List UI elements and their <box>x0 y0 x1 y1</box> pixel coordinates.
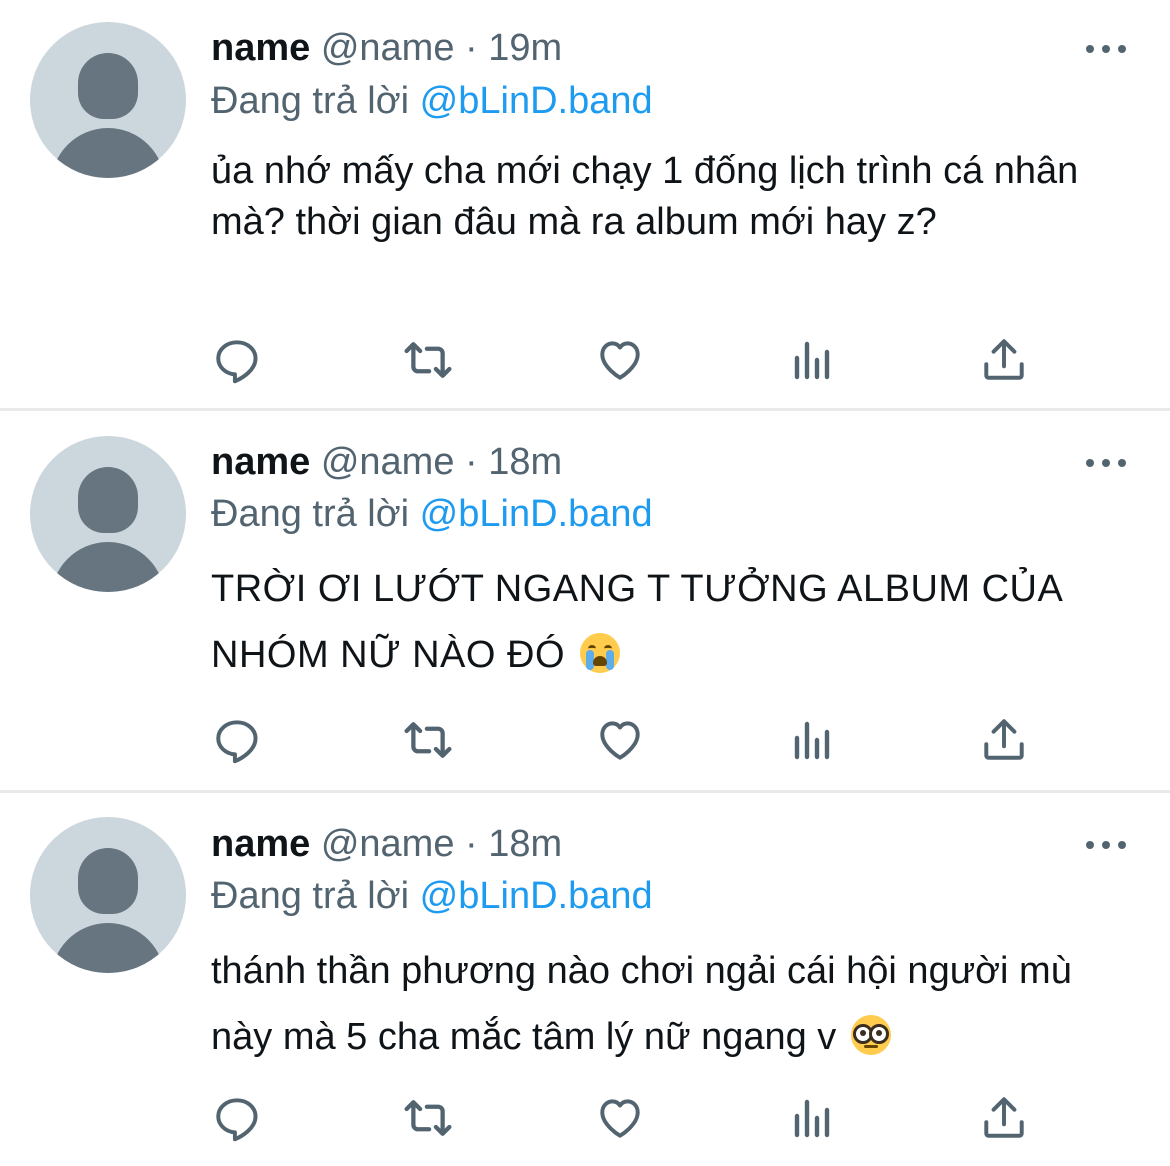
more-options-icon[interactable] <box>1086 457 1126 469</box>
tweet-header: name @name · 18m <box>211 438 562 486</box>
more-options-icon[interactable] <box>1086 43 1126 55</box>
reply-button[interactable] <box>207 710 267 770</box>
share-icon <box>984 719 1024 760</box>
retweet-button[interactable] <box>398 710 458 770</box>
handle[interactable]: @name <box>321 27 455 69</box>
views-icon <box>794 721 830 760</box>
retweet-button[interactable] <box>398 330 458 390</box>
nerd-face-icon <box>850 1015 891 1055</box>
tweet-text: thánh thần phương nào chơi ngải cái hội … <box>211 938 1131 1070</box>
reply-button[interactable] <box>207 330 267 390</box>
avatar[interactable] <box>30 817 186 973</box>
share-button[interactable] <box>974 710 1034 770</box>
share-icon <box>984 339 1024 380</box>
handle[interactable]: @name <box>321 823 455 865</box>
like-icon <box>600 1099 640 1138</box>
reply-icon <box>216 720 258 764</box>
tweet-text-content: thánh thần phương nào chơi ngải cái hội … <box>211 950 1072 1058</box>
separator: · <box>465 27 478 69</box>
views-icon <box>794 1099 830 1138</box>
reply-icon <box>216 1098 258 1142</box>
tweet-header: name @name · 19m <box>211 24 562 72</box>
share-button[interactable] <box>974 1088 1034 1148</box>
action-bar <box>0 330 1170 390</box>
avatar-body <box>51 542 165 592</box>
handle[interactable]: @name <box>321 441 455 483</box>
avatar-body <box>51 128 165 178</box>
display-name[interactable]: name <box>211 441 310 483</box>
tweet[interactable]: name @name · 18m Đang trả lời @bLinD.ban… <box>0 793 1170 1166</box>
loudly-crying-face-icon <box>580 633 621 673</box>
action-bar <box>0 710 1170 770</box>
views-button[interactable] <box>782 710 842 770</box>
views-button[interactable] <box>782 1088 842 1148</box>
reply-prefix: Đang trả lời <box>211 493 410 535</box>
divider <box>0 408 1170 411</box>
share-icon <box>984 1097 1024 1138</box>
display-name[interactable]: name <box>211 823 310 865</box>
reply-prefix: Đang trả lời <box>211 875 410 917</box>
avatar-head <box>78 53 138 119</box>
display-name[interactable]: name <box>211 27 310 69</box>
reply-mention-link[interactable]: @bLinD.band <box>420 875 653 917</box>
tweet[interactable]: name @name · 18m Đang trả lời @bLinD.ban… <box>0 412 1170 790</box>
like-button[interactable] <box>590 710 650 770</box>
like-button[interactable] <box>590 330 650 390</box>
action-bar <box>0 1088 1170 1148</box>
avatar-body <box>51 923 165 973</box>
reply-context: Đang trả lời @bLinD.band <box>211 872 653 920</box>
like-icon <box>600 341 640 380</box>
retweet-icon <box>404 722 452 758</box>
reply-icon <box>216 340 258 384</box>
avatar[interactable] <box>30 22 186 178</box>
avatar-head <box>78 467 138 533</box>
like-button[interactable] <box>590 1088 650 1148</box>
more-options-icon[interactable] <box>1086 839 1126 851</box>
views-icon <box>794 341 830 380</box>
separator: · <box>465 441 478 483</box>
reply-mention-link[interactable]: @bLinD.band <box>420 80 653 122</box>
tweet-text-content: ủa nhớ mấy cha mới chạy 1 đống lịch trìn… <box>211 150 1079 243</box>
reply-prefix: Đang trả lời <box>211 80 410 122</box>
retweet-icon <box>404 342 452 378</box>
reply-context: Đang trả lời @bLinD.band <box>211 77 653 125</box>
separator: · <box>465 823 478 865</box>
tweet-text: ủa nhớ mấy cha mới chạy 1 đống lịch trìn… <box>211 146 1131 248</box>
tweet-text: TRỜI ƠI LƯỚT NGANG T TƯỞNG ALBUM CỦA NHÓ… <box>211 556 1131 688</box>
avatar[interactable] <box>30 436 186 592</box>
share-button[interactable] <box>974 330 1034 390</box>
tweet-text-content: TRỜI ƠI LƯỚT NGANG T TƯỞNG ALBUM CỦA NHÓ… <box>211 568 1062 676</box>
tweet-header: name @name · 18m <box>211 820 562 868</box>
views-button[interactable] <box>782 330 842 390</box>
reply-button[interactable] <box>207 1088 267 1148</box>
timestamp[interactable]: 18m <box>488 441 562 483</box>
timestamp[interactable]: 19m <box>488 27 562 69</box>
reply-mention-link[interactable]: @bLinD.band <box>420 493 653 535</box>
avatar-head <box>78 848 138 914</box>
timestamp[interactable]: 18m <box>488 823 562 865</box>
retweet-icon <box>404 1100 452 1136</box>
retweet-button[interactable] <box>398 1088 458 1148</box>
like-icon <box>600 721 640 760</box>
reply-context: Đang trả lời @bLinD.band <box>211 490 653 538</box>
tweet[interactable]: name @name · 19m Đang trả lời @bLinD.ban… <box>0 0 1170 408</box>
